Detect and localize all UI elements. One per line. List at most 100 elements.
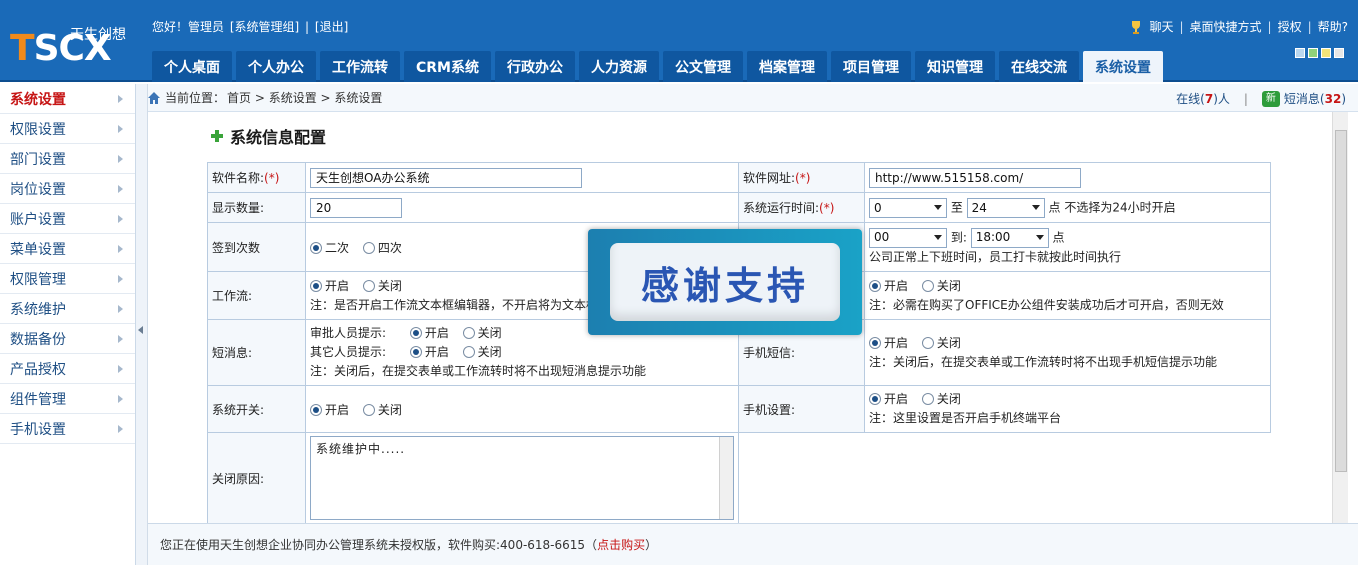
sidebar-item[interactable]: 菜单设置: [0, 234, 135, 264]
chevron-right-icon: [118, 304, 123, 313]
sidebar-item-label: 岗位设置: [10, 181, 66, 198]
run-time-from-select[interactable]: 0: [869, 197, 947, 218]
software-name-input[interactable]: [310, 167, 582, 188]
signin-twice-radio[interactable]: 二次: [310, 241, 349, 255]
chevron-right-icon: [118, 274, 123, 283]
office-note: 注：必需在购买了OFFICE办公组件安装成功后才可开启，否则无效: [869, 297, 1224, 312]
thanks-popup: 感谢支持: [588, 229, 862, 335]
sidebar-collapse-bar[interactable]: [136, 84, 148, 565]
nav-tab[interactable]: 档案管理: [747, 51, 827, 82]
sidebar-item-label: 组件管理: [10, 391, 66, 408]
switch-label: 系统开关:: [207, 385, 306, 433]
nav-tab[interactable]: CRM系统: [404, 51, 491, 82]
chevron-right-icon: [118, 334, 123, 343]
sidebar-item[interactable]: 数据备份: [0, 324, 135, 354]
run-time-unit: 点: [1048, 200, 1061, 214]
sidebar-item[interactable]: 系统设置: [0, 84, 135, 114]
chat-link[interactable]: 聊天: [1149, 18, 1173, 35]
thanks-popup-text: 感谢支持: [610, 243, 840, 321]
switch-on-radio[interactable]: 开启: [310, 403, 349, 417]
breadcrumb-label: 当前位置：: [165, 91, 226, 105]
workflow-label: 工作流:: [207, 271, 306, 320]
work-time-to-select[interactable]: 18:00: [970, 227, 1049, 248]
page-title: 系统信息配置: [210, 124, 326, 148]
nav-tab[interactable]: 个人办公: [236, 51, 316, 82]
nav-tab[interactable]: 系统设置: [1083, 51, 1163, 82]
logout-link[interactable]: [退出]: [315, 20, 348, 34]
main-nav: 个人桌面 个人办公 工作流转 CRM系统 行政办公 人力资源 公文管理 档案管理 项目管理 知识管…: [152, 51, 1163, 82]
sidebar-item[interactable]: 权限设置: [0, 114, 135, 144]
mobile-on-radio[interactable]: 开启: [869, 392, 908, 406]
chevron-right-icon: [118, 94, 123, 103]
office-off-radio[interactable]: 关闭: [921, 279, 961, 293]
software-url-input[interactable]: [869, 167, 1081, 188]
skin-option[interactable]: [1334, 48, 1344, 58]
run-time-label: 系统运行时间:(*): [738, 192, 865, 223]
sms-others-off-radio[interactable]: 关闭: [462, 345, 502, 359]
sidebar-item[interactable]: 系统维护: [0, 294, 135, 324]
work-time-unit: 点: [1052, 230, 1065, 244]
messages-link[interactable]: 短消息(32): [1284, 90, 1346, 107]
page-scrollbar[interactable]: [1332, 112, 1348, 523]
sms-approver-on-radio[interactable]: 开启: [409, 326, 449, 340]
skin-option[interactable]: [1295, 48, 1305, 58]
greeting: 您好！管理员 [系统管理组] | [退出]: [152, 20, 349, 34]
top-links: 聊天 | 桌面快捷方式 | 授权 | 帮助?: [1129, 18, 1348, 35]
close-reason-label: 关闭原因:: [207, 432, 306, 523]
mobile-sms-on-radio[interactable]: 开启: [869, 336, 908, 350]
sidebar-item-label: 部门设置: [10, 151, 66, 168]
license-link[interactable]: 授权: [1278, 18, 1302, 35]
online-users-link[interactable]: 在线(7)人: [1176, 90, 1230, 107]
work-time-from-select[interactable]: 00: [869, 227, 947, 248]
workflow-off-radio[interactable]: 关闭: [362, 279, 402, 293]
office-on-radio[interactable]: 开启: [869, 279, 908, 293]
trophy-icon: [1132, 20, 1141, 34]
display-count-input[interactable]: [310, 197, 402, 218]
signin-four-radio[interactable]: 四次: [362, 241, 402, 255]
help-link[interactable]: 帮助?: [1318, 18, 1348, 35]
nav-tab[interactable]: 工作流转: [320, 51, 400, 82]
footer-text: 您正在使用天生创想企业协同办公管理系统未授权版，软件购买:400-618-661…: [160, 538, 598, 552]
sidebar-item-label: 菜单设置: [10, 241, 66, 258]
buy-link[interactable]: 点击购买: [597, 536, 645, 553]
greeting-hello: 您好！管理员: [152, 20, 225, 34]
skin-option[interactable]: [1308, 48, 1318, 58]
nav-tab[interactable]: 行政办公: [495, 51, 575, 82]
sidebar-item[interactable]: 部门设置: [0, 144, 135, 174]
workflow-on-radio[interactable]: 开启: [310, 279, 349, 293]
sidebar-item[interactable]: 权限管理: [0, 264, 135, 294]
sidebar-item[interactable]: 组件管理: [0, 384, 135, 414]
nav-tab[interactable]: 项目管理: [831, 51, 911, 82]
sms-others-on-radio[interactable]: 开启: [409, 345, 449, 359]
chevron-right-icon: [118, 214, 123, 223]
sidebar-item[interactable]: 手机设置: [0, 414, 135, 444]
nav-tab[interactable]: 公文管理: [663, 51, 743, 82]
mobile-off-radio[interactable]: 关闭: [921, 392, 961, 406]
switch-off-radio[interactable]: 关闭: [362, 403, 402, 417]
run-time-to-select[interactable]: 24: [966, 197, 1045, 218]
scrollbar-thumb[interactable]: [1335, 130, 1347, 472]
skin-switcher: [1295, 48, 1344, 58]
textarea-scrollbar[interactable]: [719, 437, 733, 519]
close-reason-textarea[interactable]: 系统维护中.....: [310, 436, 734, 520]
sms-approver-off-radio[interactable]: 关闭: [462, 326, 502, 340]
desktop-shortcut-link[interactable]: 桌面快捷方式: [1190, 18, 1262, 35]
software-url-label: 软件网址:(*): [738, 162, 865, 193]
nav-tab[interactable]: 个人桌面: [152, 51, 232, 82]
sidebar-item[interactable]: 产品授权: [0, 354, 135, 384]
sidebar-item[interactable]: 账户设置: [0, 204, 135, 234]
sidebar-item-label: 系统设置: [10, 91, 66, 108]
nav-tab[interactable]: 在线交流: [999, 51, 1079, 82]
sms-approver-label: 审批人员提示:: [310, 326, 387, 340]
collapse-left-icon: [138, 326, 143, 334]
sidebar-item[interactable]: 岗位设置: [0, 174, 135, 204]
chevron-right-icon: [118, 154, 123, 163]
nav-tab[interactable]: 人力资源: [579, 51, 659, 82]
mobile-sms-off-radio[interactable]: 关闭: [921, 336, 961, 350]
skin-option[interactable]: [1321, 48, 1331, 58]
software-name-label: 软件名称:(*): [207, 162, 306, 193]
nav-tab[interactable]: 知识管理: [915, 51, 995, 82]
signin-label: 签到次数: [207, 222, 306, 272]
new-message-icon: 新: [1261, 90, 1280, 107]
breadcrumb: 首页 > 系统设置 > 系统设置: [227, 91, 383, 105]
